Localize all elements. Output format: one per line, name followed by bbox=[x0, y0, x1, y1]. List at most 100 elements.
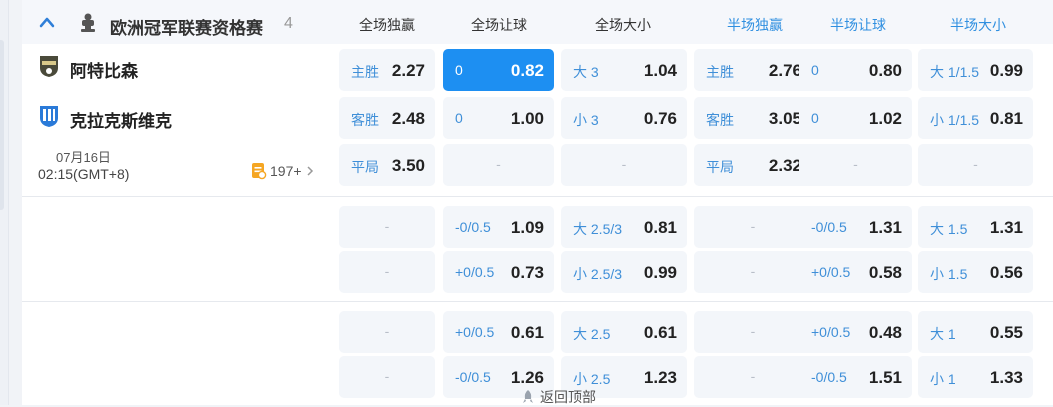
chevron-up-icon[interactable] bbox=[38, 14, 56, 32]
odds-value: 0.99 bbox=[643, 263, 677, 282]
odds-line-label: 小 2.5 bbox=[573, 371, 611, 387]
odds-line-label: 大 1.5 bbox=[930, 221, 968, 237]
odds-cell-empty: - bbox=[694, 311, 812, 353]
odds-line-label: 小 2.5/3 bbox=[573, 266, 623, 282]
odds-placeholder: - bbox=[621, 156, 627, 172]
odds-cell[interactable]: +0/0.5 0.73 bbox=[443, 251, 554, 293]
odds-cell-empty: - bbox=[694, 251, 812, 293]
column-header-half-handicap: 半场让球 bbox=[830, 17, 886, 33]
odds-line-label: -0/0.5 bbox=[811, 219, 847, 235]
odds-cell[interactable]: 0 1.00 bbox=[443, 97, 554, 139]
odds-value: 0.73 bbox=[510, 263, 544, 282]
odds-line-label: 小 1.5 bbox=[930, 266, 968, 282]
odds-line-label: 小 1 bbox=[930, 371, 956, 387]
odds-cell[interactable]: 0 0.80 bbox=[799, 49, 912, 91]
odds-line-label: 平局 bbox=[351, 159, 379, 175]
odds-placeholder: - bbox=[853, 156, 858, 172]
odds-cell[interactable]: 大 2.5/3 0.81 bbox=[561, 206, 687, 248]
odds-cell-empty: - bbox=[694, 356, 812, 398]
away-team-crest-icon bbox=[38, 104, 60, 128]
odds-value: 0.81 bbox=[989, 109, 1023, 128]
odds-line-label: +0/0.5 bbox=[455, 324, 495, 340]
odds-cell[interactable]: 大 2.5 0.61 bbox=[561, 311, 687, 353]
odds-placeholder: - bbox=[973, 156, 978, 172]
odds-cell[interactable]: -0/0.5 1.09 bbox=[443, 206, 554, 248]
odds-cell-empty: - bbox=[339, 251, 435, 293]
odds-line-label: 大 1/1.5 bbox=[930, 64, 980, 80]
odds-cell[interactable]: 客胜 3.05 bbox=[694, 97, 812, 139]
odds-cell[interactable]: +0/0.5 0.61 bbox=[443, 311, 554, 353]
odds-cell[interactable]: 大 1 0.55 bbox=[918, 311, 1033, 353]
column-header-full-total: 全场大小 bbox=[595, 17, 651, 33]
rocket-icon bbox=[523, 390, 533, 403]
odds-cell[interactable]: 客胜 2.48 bbox=[339, 97, 435, 139]
odds-cell[interactable]: 主胜 2.76 bbox=[694, 49, 812, 91]
odds-line-label: +0/0.5 bbox=[811, 264, 851, 280]
left-scroll-thumb[interactable] bbox=[0, 40, 4, 210]
league-match-count: 4 bbox=[284, 15, 293, 32]
away-team-name: 克拉克斯维克 bbox=[70, 112, 172, 131]
odds-line-label: 大 1 bbox=[930, 326, 956, 342]
odds-value: 0.76 bbox=[643, 109, 677, 128]
odds-value: 2.27 bbox=[391, 61, 425, 80]
more-markets-count: 197+ bbox=[270, 163, 302, 179]
odds-value: 3.50 bbox=[391, 156, 425, 175]
odds-value: 1.33 bbox=[989, 368, 1023, 387]
odds-line-label: 0 bbox=[455, 110, 463, 126]
odds-cell[interactable]: 小 1/1.5 0.81 bbox=[918, 97, 1033, 139]
odds-value: 2.32 bbox=[768, 156, 802, 175]
odds-value: 0.99 bbox=[989, 61, 1023, 80]
column-header-half-total: 半场大小 bbox=[950, 17, 1006, 33]
odds-cell[interactable]: +0/0.5 0.58 bbox=[799, 251, 912, 293]
odds-cell[interactable]: -0/0.5 1.31 bbox=[799, 206, 912, 248]
odds-value: 1.31 bbox=[989, 218, 1023, 237]
back-to-top-button[interactable]: 返回顶部 bbox=[521, 387, 596, 407]
more-markets-link[interactable]: 197+ bbox=[251, 161, 315, 181]
odds-placeholder: - bbox=[384, 323, 390, 339]
home-team-crest-icon bbox=[38, 54, 60, 78]
odds-cell-empty: - bbox=[694, 206, 812, 248]
odds-cell-empty: - bbox=[339, 311, 435, 353]
odds-value: 0.80 bbox=[868, 61, 902, 80]
odds-cell-empty: - bbox=[799, 144, 912, 186]
odds-cell[interactable]: 0 1.02 bbox=[799, 97, 912, 139]
odds-cell[interactable]: 主胜 2.27 bbox=[339, 49, 435, 91]
odds-value: 1.04 bbox=[643, 61, 677, 80]
odds-line-label: 大 2.5/3 bbox=[573, 221, 623, 237]
odds-cell[interactable]: 小 1 1.33 bbox=[918, 356, 1033, 398]
odds-cell-empty: - bbox=[561, 144, 687, 186]
odds-value: 0.56 bbox=[989, 263, 1023, 282]
odds-line-label: 主胜 bbox=[351, 64, 379, 80]
odds-cell[interactable]: 小 3 0.76 bbox=[561, 97, 687, 139]
odds-line-label: 客胜 bbox=[706, 112, 734, 128]
odds-value: 1.09 bbox=[510, 218, 544, 237]
odds-placeholder: - bbox=[750, 323, 756, 339]
odds-value: 1.00 bbox=[510, 109, 544, 128]
odds-placeholder: - bbox=[750, 218, 756, 234]
match-date: 07月16日 bbox=[56, 150, 111, 165]
odds-value: 1.23 bbox=[643, 368, 677, 387]
market-group-divider bbox=[22, 301, 1053, 302]
odds-cell[interactable]: 小 1.5 0.56 bbox=[918, 251, 1033, 293]
market-group-divider bbox=[22, 196, 1053, 197]
odds-line-label: 小 3 bbox=[573, 112, 599, 128]
column-header-full-winner: 全场独赢 bbox=[359, 17, 415, 33]
odds-placeholder: - bbox=[384, 218, 390, 234]
odds-cell[interactable]: 小 2.5/3 0.99 bbox=[561, 251, 687, 293]
odds-value: 0.58 bbox=[868, 263, 902, 282]
odds-line-label: 大 2.5 bbox=[573, 326, 611, 342]
odds-line-label: -0/0.5 bbox=[455, 219, 491, 235]
match-time: 02:15(GMT+8) bbox=[38, 166, 130, 182]
odds-cell[interactable]: 大 3 1.04 bbox=[561, 49, 687, 91]
odds-cell[interactable]: 大 1/1.5 0.99 bbox=[918, 49, 1033, 91]
odds-cell[interactable]: +0/0.5 0.48 bbox=[799, 311, 912, 353]
odds-cell-selected[interactable]: 0 0.82 bbox=[443, 49, 554, 91]
odds-cell[interactable]: -0/0.5 1.51 bbox=[799, 356, 912, 398]
odds-cell[interactable]: 平局 3.50 bbox=[339, 144, 435, 186]
odds-line-label: +0/0.5 bbox=[811, 324, 851, 340]
odds-cell[interactable]: 平局 2.32 bbox=[694, 144, 812, 186]
odds-value: 1.02 bbox=[868, 109, 902, 128]
odds-value: 3.05 bbox=[768, 109, 802, 128]
odds-cell[interactable]: 大 1.5 1.31 bbox=[918, 206, 1033, 248]
odds-value: 0.48 bbox=[868, 323, 902, 342]
